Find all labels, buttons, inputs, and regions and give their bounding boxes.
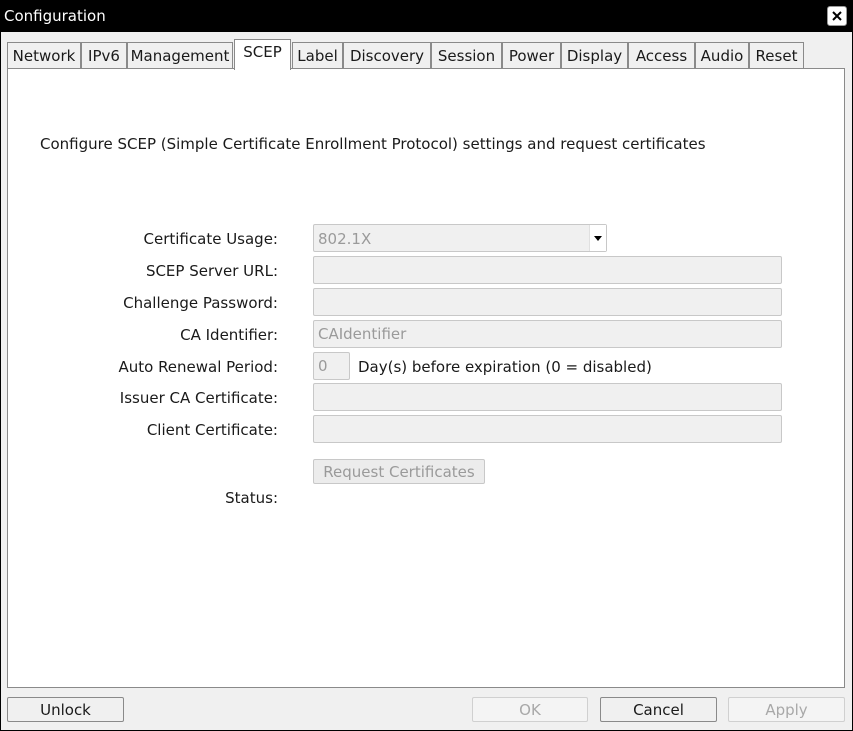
client-certificate-input[interactable]: [313, 415, 782, 443]
tab-power[interactable]: Power: [502, 42, 561, 69]
issuer-ca-certificate-input[interactable]: [313, 383, 782, 411]
close-icon: [832, 11, 842, 21]
ok-button[interactable]: OK: [472, 697, 588, 722]
tab-label: Access: [635, 47, 688, 65]
auto-renewal-suffix: Day(s) before expiration (0 = disabled): [358, 358, 652, 376]
tab-management[interactable]: Management: [127, 42, 233, 69]
tab-label: Reset: [755, 47, 798, 65]
tab-display[interactable]: Display: [561, 42, 628, 69]
ca-identifier-input[interactable]: [313, 320, 782, 348]
tab-label: Power: [508, 47, 555, 65]
auto-renewal-period-input[interactable]: [313, 352, 350, 380]
cancel-button[interactable]: Cancel: [600, 697, 717, 722]
unlock-button[interactable]: Unlock: [7, 697, 124, 722]
tab-audio[interactable]: Audio: [695, 42, 749, 69]
tab-session[interactable]: Session: [431, 42, 502, 69]
tab-discovery[interactable]: Discovery: [343, 42, 431, 69]
tab-label: Management: [130, 47, 230, 65]
scep-panel: Configure SCEP (Simple Certificate Enrol…: [7, 68, 845, 688]
title-bar: Configuration: [0, 0, 853, 32]
tab-label-settings[interactable]: Label: [292, 42, 343, 69]
scep-server-url-label: SCEP Server URL:: [145, 262, 278, 280]
apply-button[interactable]: Apply: [728, 697, 845, 722]
issuer-ca-certificate-label: Issuer CA Certificate:: [119, 389, 278, 407]
request-certificates-button[interactable]: Request Certificates: [313, 459, 485, 484]
scep-server-url-input[interactable]: [313, 256, 782, 284]
tab-reset[interactable]: Reset: [749, 42, 804, 69]
challenge-password-input[interactable]: [313, 288, 782, 316]
client-certificate-label: Client Certificate:: [146, 421, 278, 439]
window-body: Network IPv6 Management SCEP Label Disco…: [1, 32, 852, 730]
tab-label: Network: [12, 47, 76, 65]
configuration-window: Configuration Network IPv6 Management SC…: [0, 0, 853, 731]
close-button[interactable]: [827, 6, 847, 26]
challenge-password-label: Challenge Password:: [123, 294, 278, 312]
tab-label: Discovery: [349, 47, 425, 65]
chevron-down-icon: [589, 225, 606, 251]
tab-label: Audio: [700, 47, 744, 65]
tab-ipv6[interactable]: IPv6: [81, 42, 127, 69]
window-title: Configuration: [4, 7, 106, 25]
certificate-usage-value: 802.1X: [318, 230, 372, 248]
tab-scep[interactable]: SCEP: [234, 39, 291, 70]
tab-label: IPv6: [88, 47, 120, 65]
tab-label: Display: [566, 47, 623, 65]
tab-access[interactable]: Access: [628, 42, 695, 69]
tab-label: SCEP: [243, 43, 282, 61]
auto-renewal-period-label: Auto Renewal Period:: [118, 358, 278, 376]
certificate-usage-label: Certificate Usage:: [143, 230, 278, 248]
tab-network[interactable]: Network: [7, 42, 81, 69]
tab-label: Session: [437, 47, 496, 65]
ca-identifier-label: CA Identifier:: [180, 326, 278, 344]
status-label: Status:: [225, 489, 278, 507]
tab-label: Label: [297, 47, 338, 65]
certificate-usage-select[interactable]: 802.1X: [313, 224, 607, 252]
panel-description: Configure SCEP (Simple Certificate Enrol…: [40, 135, 706, 153]
